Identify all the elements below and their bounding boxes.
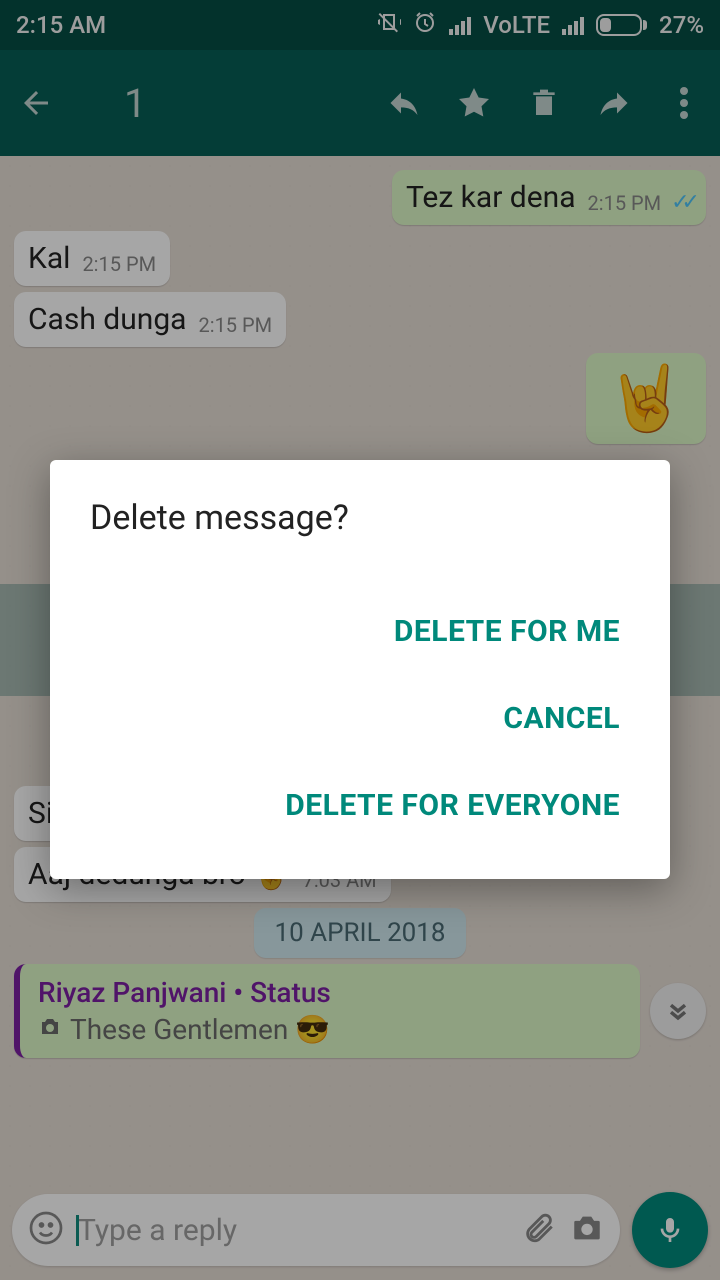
delete-for-everyone-button[interactable]: DELETE FOR EVERYONE xyxy=(90,762,630,849)
dialog-title: Delete message? xyxy=(90,498,630,538)
delete-for-me-button[interactable]: DELETE FOR ME xyxy=(90,588,630,675)
cancel-button[interactable]: CANCEL xyxy=(90,675,630,762)
delete-dialog: Delete message? DELETE FOR ME CANCEL DEL… xyxy=(50,460,670,879)
